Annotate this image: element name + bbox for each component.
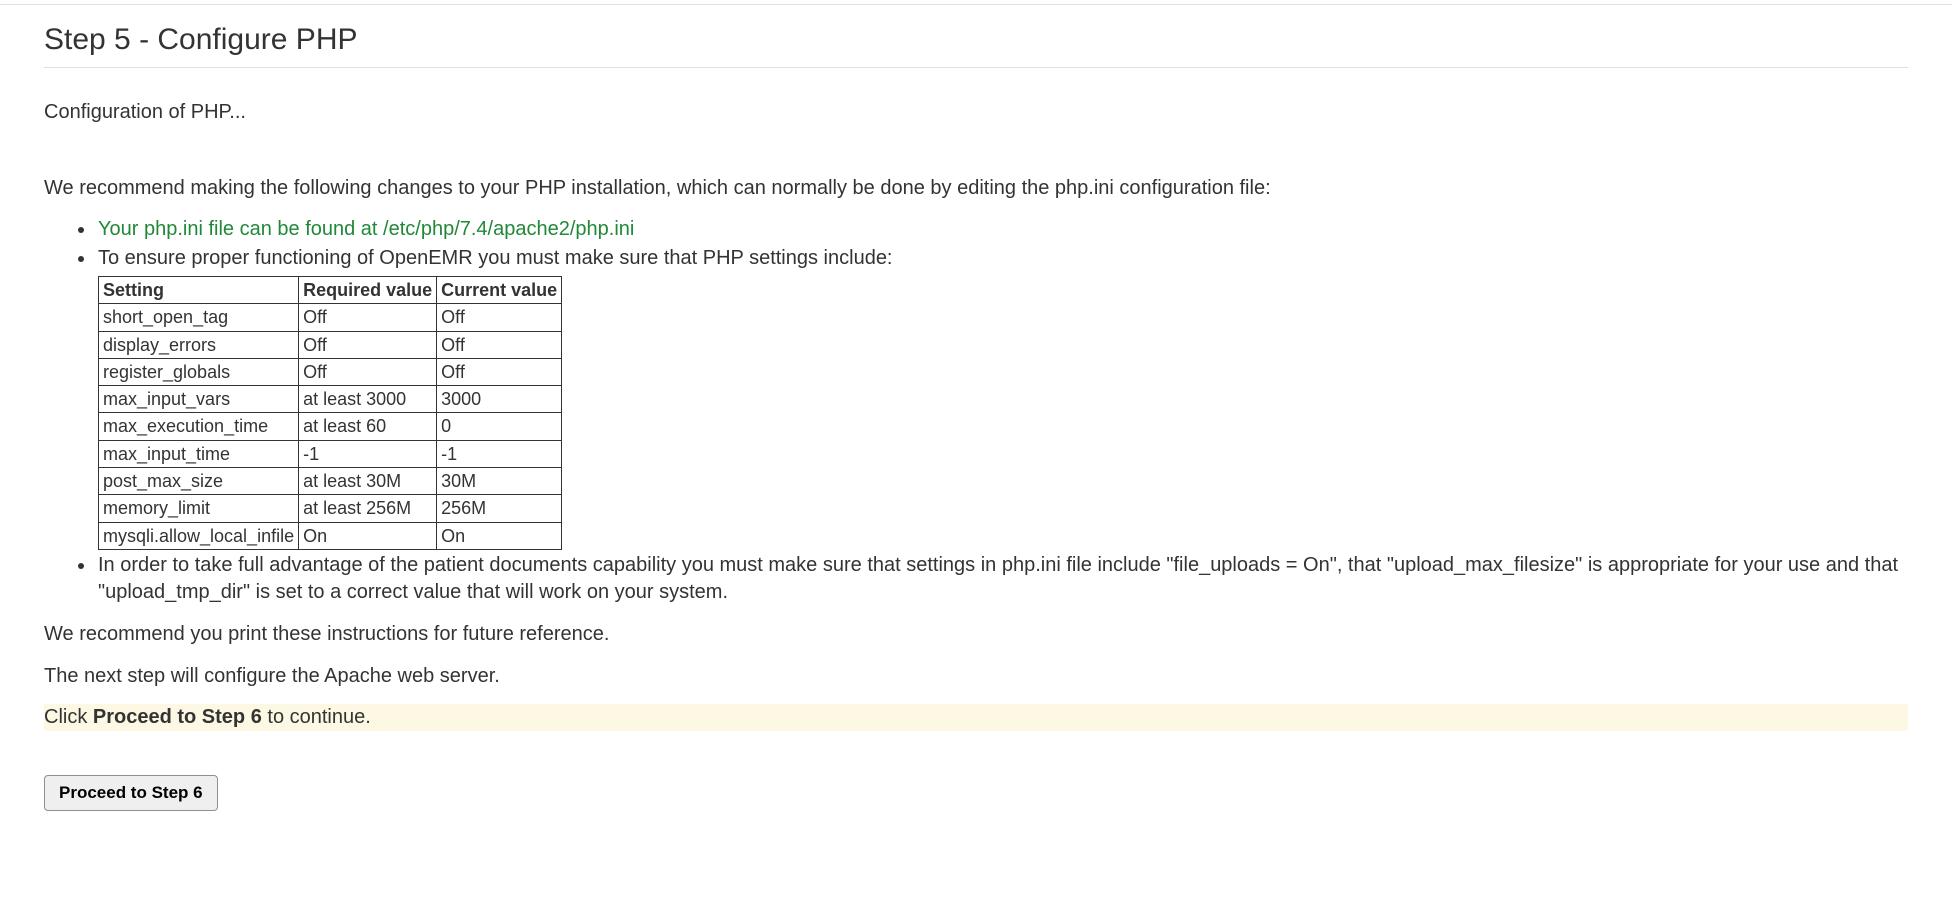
th-current: Current value	[437, 277, 562, 304]
cell-current: Off	[437, 358, 562, 385]
cell-required: at least 256M	[299, 495, 437, 522]
cell-current: Off	[437, 304, 562, 331]
cell-required: Off	[299, 304, 437, 331]
cell-required: at least 30M	[299, 468, 437, 495]
table-row: post_max_size at least 30M 30M	[99, 468, 562, 495]
cell-setting: display_errors	[99, 331, 299, 358]
cell-required: Off	[299, 358, 437, 385]
proceed-button[interactable]: Proceed to Step 6	[44, 775, 218, 811]
th-setting: Setting	[99, 277, 299, 304]
cell-required: at least 60	[299, 413, 437, 440]
cell-required: at least 3000	[299, 386, 437, 413]
cell-current: 3000	[437, 386, 562, 413]
list-item-php-ini-path: Your php.ini file can be found at /etc/p…	[96, 216, 1908, 243]
table-row: memory_limit at least 256M 256M	[99, 495, 562, 522]
table-row: short_open_tag Off Off	[99, 304, 562, 331]
cell-required: Off	[299, 331, 437, 358]
next-step-text: The next step will configure the Apache …	[44, 662, 1908, 690]
recommendations-list: Your php.ini file can be found at /etc/p…	[44, 216, 1908, 606]
top-divider	[0, 4, 1952, 5]
button-row: Proceed to Step 6	[44, 775, 1908, 811]
th-required: Required value	[299, 277, 437, 304]
page-title: Step 5 - Configure PHP	[44, 23, 1908, 68]
cell-required: On	[299, 522, 437, 549]
table-row: max_execution_time at least 60 0	[99, 413, 562, 440]
page-container: Step 5 - Configure PHP Configuration of …	[0, 23, 1952, 811]
cell-current: -1	[437, 440, 562, 467]
php-settings-table: Setting Required value Current value sho…	[98, 276, 562, 550]
table-header-row: Setting Required value Current value	[99, 277, 562, 304]
proceed-instruction: Click Proceed to Step 6 to continue.	[44, 704, 1908, 731]
cell-setting: register_globals	[99, 358, 299, 385]
cell-setting: mysqli.allow_local_infile	[99, 522, 299, 549]
proceed-prefix: Click	[44, 706, 93, 728]
table-row: max_input_vars at least 3000 3000	[99, 386, 562, 413]
php-ini-path-text: Your php.ini file can be found at /etc/p…	[98, 218, 634, 240]
recommend-text: We recommend making the following change…	[44, 174, 1908, 202]
intro-text: Configuration of PHP...	[44, 98, 1908, 126]
cell-current: Off	[437, 331, 562, 358]
list-item-file-uploads: In order to take full advantage of the p…	[96, 552, 1908, 606]
cell-setting: max_execution_time	[99, 413, 299, 440]
cell-current: On	[437, 522, 562, 549]
cell-current: 30M	[437, 468, 562, 495]
cell-setting: max_input_vars	[99, 386, 299, 413]
proceed-suffix: to continue.	[262, 706, 371, 728]
table-row: max_input_time -1 -1	[99, 440, 562, 467]
table-row: display_errors Off Off	[99, 331, 562, 358]
cell-setting: short_open_tag	[99, 304, 299, 331]
cell-required: -1	[299, 440, 437, 467]
table-row: mysqli.allow_local_infile On On	[99, 522, 562, 549]
cell-setting: post_max_size	[99, 468, 299, 495]
cell-setting: max_input_time	[99, 440, 299, 467]
table-row: register_globals Off Off	[99, 358, 562, 385]
print-recommend-text: We recommend you print these instruction…	[44, 620, 1908, 648]
list-item-settings-intro: To ensure proper functioning of OpenEMR …	[96, 245, 1908, 550]
table-body: short_open_tag Off Off display_errors Of…	[99, 304, 562, 550]
cell-setting: memory_limit	[99, 495, 299, 522]
settings-intro-text: To ensure proper functioning of OpenEMR …	[98, 247, 893, 269]
cell-current: 256M	[437, 495, 562, 522]
cell-current: 0	[437, 413, 562, 440]
proceed-bold: Proceed to Step 6	[93, 706, 262, 728]
